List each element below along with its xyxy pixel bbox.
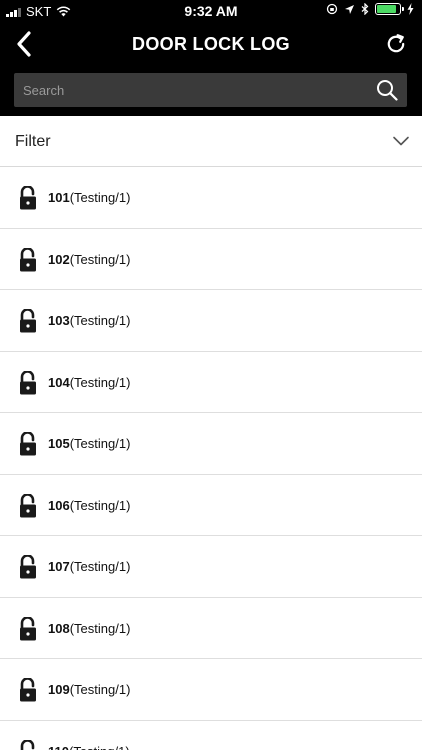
door-hanger-icon <box>20 616 36 640</box>
list-item[interactable]: 102(Testing/1) <box>0 229 422 290</box>
door-hanger-icon <box>20 309 36 333</box>
list-item[interactable]: 106(Testing/1) <box>0 475 422 536</box>
room-detail: (Testing/1) <box>69 436 131 451</box>
room-number: 104 <box>48 374 70 390</box>
door-hanger-icon <box>20 678 36 702</box>
list-item[interactable]: 107(Testing/1) <box>0 536 422 598</box>
room-detail: (Testing/1) <box>69 251 131 267</box>
room-detail: (Testing/1) <box>69 559 131 574</box>
location-icon <box>345 4 354 14</box>
room-label: 104(Testing/1) <box>48 352 130 413</box>
room-detail: (Testing/1) <box>69 497 131 513</box>
door-hanger-icon <box>20 432 36 456</box>
room-list: 101(Testing/1) 102(Testing/1) 103(Testing/… <box>0 167 422 750</box>
room-label: 108(Testing/1) <box>48 598 130 659</box>
filter-label: Filter <box>15 133 51 150</box>
search-icon <box>377 80 398 101</box>
room-number: 110 <box>48 744 69 750</box>
list-item[interactable]: 110(Testing/1) <box>0 721 422 750</box>
list-item[interactable]: 109(Testing/1) <box>0 659 422 721</box>
status-bar: SKT 9:32 AM <box>0 0 422 22</box>
refresh-button[interactable] <box>378 26 414 62</box>
door-hanger-icon <box>20 370 36 394</box>
battery-level <box>377 5 396 13</box>
page-title: DOOR LOCK LOG <box>132 34 290 54</box>
room-label: 106(Testing/1) <box>48 475 130 536</box>
room-number: 106 <box>48 497 70 513</box>
chevron-down-icon <box>393 136 409 146</box>
list-item[interactable]: 108(Testing/1) <box>0 598 422 659</box>
room-label: 105(Testing/1) <box>48 413 130 474</box>
status-right <box>326 3 414 15</box>
room-number: 108 <box>48 620 70 636</box>
room-detail: (Testing/1) <box>69 744 130 750</box>
room-detail: (Testing/1) <box>69 620 131 636</box>
room-detail: (Testing/1) <box>69 682 131 697</box>
battery-icon <box>375 3 404 15</box>
charging-icon <box>407 3 414 15</box>
list-item[interactable]: 103(Testing/1) <box>0 290 422 352</box>
room-label: 110(Testing/1) <box>48 721 130 750</box>
room-label: 103(Testing/1) <box>48 290 130 351</box>
room-number: 102 <box>48 251 70 267</box>
door-hanger-icon <box>20 493 36 517</box>
search-button[interactable] <box>375 78 399 102</box>
bluetooth-icon <box>361 3 369 15</box>
room-detail: (Testing/1) <box>69 374 131 390</box>
room-detail: (Testing/1) <box>69 190 131 205</box>
refresh-icon <box>387 34 405 53</box>
room-label: 102(Testing/1) <box>48 229 130 290</box>
list-item[interactable]: 104(Testing/1) <box>0 352 422 413</box>
room-number: 101 <box>48 190 70 205</box>
room-detail: (Testing/1) <box>69 313 131 328</box>
search-input[interactable] <box>14 73 364 107</box>
door-hanger-icon <box>20 186 36 210</box>
rotation-lock-icon <box>326 3 338 15</box>
room-number: 109 <box>48 682 70 697</box>
room-number: 103 <box>48 313 70 328</box>
list-item[interactable]: 101(Testing/1) <box>0 167 422 229</box>
room-number: 107 <box>48 559 70 574</box>
door-hanger-icon <box>20 555 36 579</box>
room-label: 109(Testing/1) <box>48 659 130 720</box>
search-bar <box>0 66 422 116</box>
room-number: 105 <box>48 436 70 451</box>
list-item[interactable]: 105(Testing/1) <box>0 413 422 475</box>
header: DOOR LOCK LOG <box>0 22 422 66</box>
filter-dropdown[interactable]: Filter <box>0 116 422 167</box>
search-field <box>14 73 407 107</box>
room-label: 101(Testing/1) <box>48 167 130 228</box>
room-label: 107(Testing/1) <box>48 536 130 597</box>
door-hanger-icon <box>20 247 36 271</box>
door-hanger-icon <box>20 739 35 750</box>
